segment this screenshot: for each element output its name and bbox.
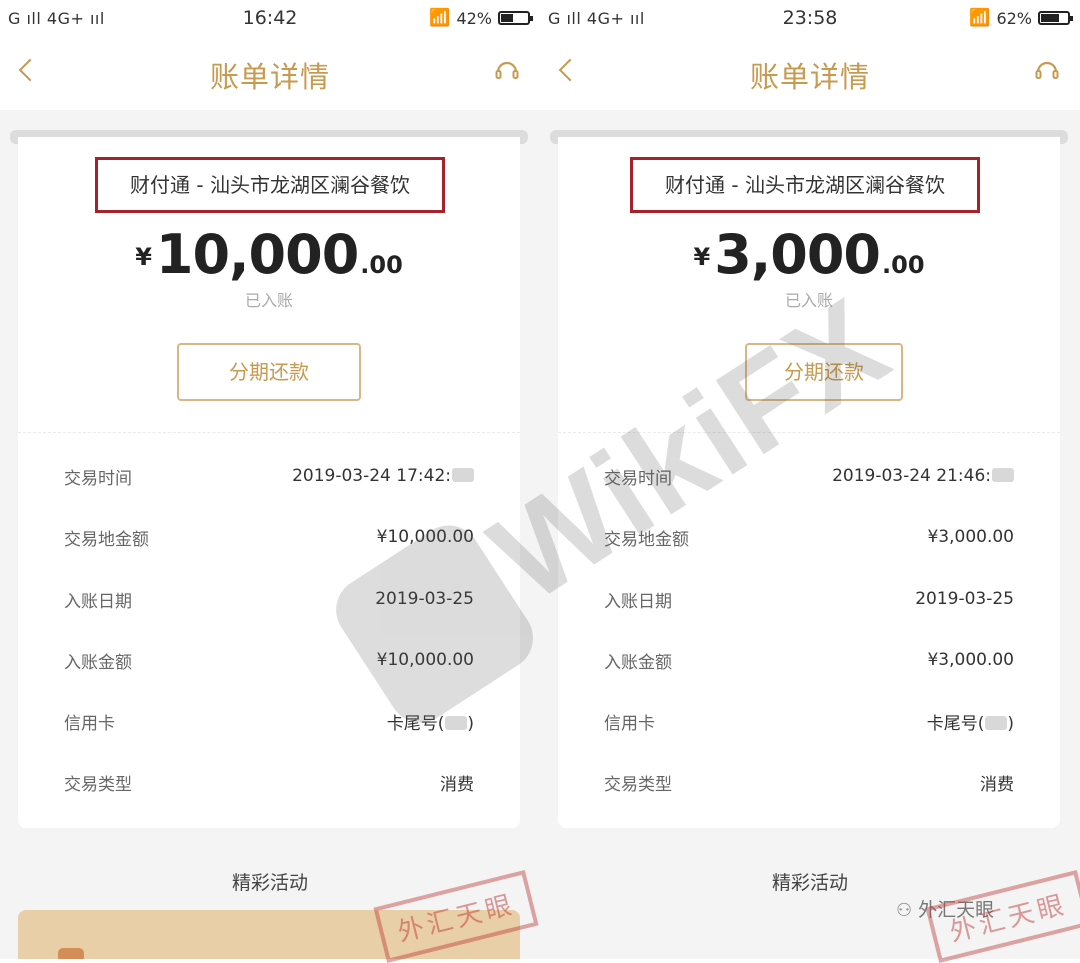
page-title: 账单详情 bbox=[209, 60, 330, 94]
bill-details-card: 交易时间 2019-03-24 17:42: 交易地金额 ¥10,000.00 … bbox=[18, 444, 520, 828]
detail-label: 交易地金额 bbox=[604, 529, 689, 550]
detail-row-local-amount: 交易地金额 ¥3,000.00 bbox=[604, 522, 1014, 552]
detail-row-posting-date: 入账日期 2019-03-25 bbox=[64, 584, 474, 614]
page-title: 账单详情 bbox=[749, 60, 870, 94]
detail-row-posting-date: 入账日期 2019-03-25 bbox=[604, 584, 1014, 614]
bill-summary-card: 财付通 - 汕头市龙湖区澜谷餐饮 ¥3,000.00 已入账 分期还款 bbox=[558, 137, 1060, 432]
status-bar: G ıll 4G+ ııl 16:42 📶 42% bbox=[0, 0, 540, 38]
status-badge: 已入账 bbox=[784, 291, 833, 310]
installment-button[interactable]: 分期还款 bbox=[177, 343, 361, 401]
amount-decimal: .00 bbox=[360, 251, 403, 279]
detail-value: ¥3,000.00 bbox=[927, 650, 1014, 670]
detail-value: ¥10,000.00 bbox=[376, 650, 474, 670]
masked-seconds bbox=[452, 468, 474, 482]
detail-value: 2019-03-25 bbox=[915, 589, 1014, 609]
detail-label: 信用卡 bbox=[64, 713, 115, 734]
bill-details-card: 交易时间 2019-03-24 21:46: 交易地金额 ¥3,000.00 入… bbox=[558, 444, 1060, 828]
status-badge: 已入账 bbox=[244, 291, 293, 310]
detail-value: 卡尾号() bbox=[926, 713, 1014, 734]
amount-integer: 3,000 bbox=[714, 223, 881, 286]
detail-label: 入账金额 bbox=[604, 652, 672, 673]
amount-currency: ¥ bbox=[693, 243, 711, 271]
status-right: 📶 62% bbox=[969, 8, 1073, 28]
wechat-icon: ⚇ bbox=[896, 900, 913, 921]
battery-icon bbox=[1038, 11, 1073, 25]
nav-bar: 账单详情 bbox=[540, 38, 1080, 110]
detail-label: 交易类型 bbox=[64, 774, 132, 795]
battery-percent: 42% bbox=[456, 8, 492, 28]
detail-value: 卡尾号() bbox=[386, 713, 474, 734]
detail-label: 入账金额 bbox=[64, 652, 132, 673]
masked-card-number bbox=[985, 715, 1008, 730]
amount-decimal: .00 bbox=[882, 251, 925, 279]
detail-label: 入账日期 bbox=[604, 591, 672, 612]
detail-value: ¥10,000.00 bbox=[376, 527, 474, 547]
detail-row-local-amount: 交易地金额 ¥10,000.00 bbox=[64, 522, 474, 552]
masked-seconds bbox=[992, 468, 1014, 482]
detail-label: 交易类型 bbox=[604, 774, 672, 795]
detail-label: 信用卡 bbox=[604, 713, 655, 734]
detail-label: 交易时间 bbox=[64, 468, 132, 489]
wifi-icon: 📶 bbox=[429, 8, 451, 28]
detail-row-transaction-time: 交易时间 2019-03-24 17:42: bbox=[64, 461, 474, 491]
amount-display: ¥10,000.00 bbox=[18, 223, 520, 286]
headset-icon[interactable] bbox=[1034, 58, 1060, 84]
detail-row-transaction-type: 交易类型 消费 bbox=[64, 767, 474, 797]
status-bar: G ıll 4G+ ııl 23:58 📶 62% bbox=[540, 0, 1080, 38]
status-right: 📶 42% bbox=[429, 8, 533, 28]
phone-screen-left: G ıll 4G+ ııl 16:42 📶 42% 账单详情 财付通 - 汕头市… bbox=[0, 0, 540, 959]
amount-display: ¥3,000.00 bbox=[558, 223, 1060, 286]
merchant-name: 财付通 - 汕头市龙湖区澜谷餐饮 bbox=[630, 157, 980, 213]
detail-row-posted-amount: 入账金额 ¥10,000.00 bbox=[64, 645, 474, 675]
merchant-name: 财付通 - 汕头市龙湖区澜谷餐饮 bbox=[95, 157, 445, 213]
masked-card-number bbox=[445, 715, 468, 730]
detail-value: 2019-03-25 bbox=[375, 589, 474, 609]
battery-icon bbox=[498, 11, 533, 25]
headset-icon[interactable] bbox=[494, 58, 520, 84]
detail-label: 交易地金额 bbox=[64, 529, 149, 550]
nav-bar: 账单详情 bbox=[0, 38, 540, 110]
detail-value: 消费 bbox=[980, 774, 1014, 795]
installment-button[interactable]: 分期还款 bbox=[745, 343, 903, 401]
detail-label: 入账日期 bbox=[64, 591, 132, 612]
phone-screen-right: G ıll 4G+ ııl 23:58 📶 62% 账单详情 财付通 - 汕头市… bbox=[540, 0, 1080, 959]
detail-row-credit-card: 信用卡 卡尾号() bbox=[64, 706, 474, 736]
amount-currency: ¥ bbox=[135, 243, 152, 271]
detail-row-posted-amount: 入账金额 ¥3,000.00 bbox=[604, 645, 1014, 675]
detail-row-transaction-type: 交易类型 消费 bbox=[604, 767, 1014, 797]
detail-value: ¥3,000.00 bbox=[927, 527, 1014, 547]
battery-percent: 62% bbox=[996, 8, 1032, 28]
detail-value: 消费 bbox=[440, 774, 474, 795]
detail-label: 交易时间 bbox=[604, 468, 672, 489]
detail-row-credit-card: 信用卡 卡尾号() bbox=[604, 706, 1014, 736]
wifi-icon: 📶 bbox=[969, 8, 991, 28]
bill-summary-card: 财付通 - 汕头市龙湖区澜谷餐饮 ¥10,000.00 已入账 分期还款 bbox=[18, 137, 520, 432]
detail-value: 2019-03-24 21:46: bbox=[832, 466, 1014, 486]
amount-integer: 10,000 bbox=[155, 223, 359, 286]
detail-row-transaction-time: 交易时间 2019-03-24 21:46: bbox=[604, 461, 1014, 491]
detail-value: 2019-03-24 17:42: bbox=[292, 466, 474, 486]
